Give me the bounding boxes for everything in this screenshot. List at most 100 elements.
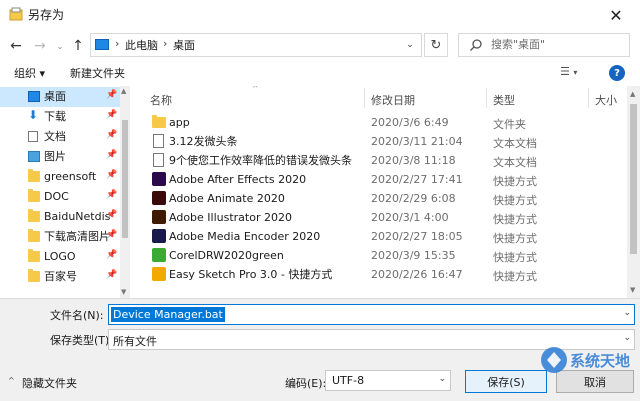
address-history-dropdown[interactable]: ⌄: [402, 37, 418, 53]
pin-icon[interactable]: 📌: [106, 150, 117, 160]
save-dialog-icon: [9, 7, 23, 21]
scrollbar-thumb[interactable]: [630, 104, 637, 254]
forward-button[interactable]: →: [30, 36, 50, 56]
file-row[interactable]: Adobe Media Encoder 2020 2020/2/27 18:05 快…: [132, 227, 627, 246]
sidebar-item[interactable]: 下载高清图片 📌: [0, 227, 120, 247]
scroll-up-icon[interactable]: ▲: [630, 90, 635, 98]
file-name: app: [169, 116, 190, 129]
window-title: 另存为: [28, 8, 65, 22]
column-divider[interactable]: [364, 88, 365, 108]
column-header-name[interactable]: 名称: [150, 92, 172, 108]
sort-ascending-icon: ^: [252, 86, 259, 93]
file-list-scrollbar[interactable]: ▲ ▼: [627, 86, 640, 298]
encoding-value: UTF-8: [332, 374, 365, 387]
file-row[interactable]: app 2020/3/6 6:49 文件夹: [132, 113, 627, 132]
coreldraw-icon: [152, 248, 166, 262]
pin-icon[interactable]: 📌: [106, 250, 117, 260]
file-type: 文本文档: [493, 156, 537, 169]
sidebar-item[interactable]: 百家号 📌: [0, 267, 120, 287]
file-date: 2020/2/27 17:41: [371, 173, 463, 186]
back-arrow-icon: ←: [10, 38, 22, 54]
chevron-down-icon[interactable]: ⌄: [623, 308, 631, 318]
folder-icon: [28, 229, 40, 242]
recent-locations-button[interactable]: ⌄: [50, 36, 70, 56]
save-button[interactable]: 保存(S): [465, 370, 547, 393]
scroll-down-icon[interactable]: ▼: [121, 288, 126, 296]
sidebar-item[interactable]: BaiduNetdis 📌: [0, 207, 120, 227]
sidebar-item[interactable]: 桌面 📌: [0, 87, 120, 107]
navigation-scrollbar[interactable]: ▲ ▼: [120, 86, 130, 298]
file-date: 2020/3/8 11:18: [371, 154, 456, 167]
file-row[interactable]: Adobe After Effects 2020 2020/2/27 17:41 快…: [132, 170, 627, 189]
sidebar-item[interactable]: 文档 📌: [0, 127, 120, 147]
close-button[interactable]: ✕: [592, 0, 640, 30]
pin-icon[interactable]: 📌: [106, 190, 117, 200]
scroll-up-icon[interactable]: ▲: [121, 87, 126, 95]
breadcrumb-separator-icon: ›: [163, 37, 168, 50]
pin-icon[interactable]: 📌: [106, 270, 117, 280]
search-input[interactable]: [491, 38, 621, 51]
file-type: 文件夹: [493, 118, 526, 131]
sidebar-item[interactable]: DOC 📌: [0, 187, 120, 207]
view-options-button[interactable]: ☰ ▾: [560, 65, 577, 78]
file-row[interactable]: Adobe Animate 2020 2020/2/29 6:08 快捷方式: [132, 189, 627, 208]
column-header-size[interactable]: 大小: [595, 92, 617, 108]
file-name: CorelDRW2020green: [169, 249, 284, 262]
pin-icon[interactable]: 📌: [106, 90, 117, 100]
forward-arrow-icon: →: [34, 38, 46, 54]
pin-icon[interactable]: 📌: [106, 130, 117, 140]
help-button[interactable]: ?: [609, 65, 625, 81]
sidebar-item-label: 文档: [44, 130, 66, 143]
file-date: 2020/3/9 15:35: [371, 249, 456, 262]
sidebar-item[interactable]: LOGO 📌: [0, 247, 120, 267]
chevron-down-icon: ⌄: [406, 40, 414, 50]
column-divider[interactable]: [486, 88, 487, 108]
filename-label: 文件名(N):: [50, 309, 104, 322]
file-date: 2020/3/6 6:49: [371, 116, 449, 129]
new-folder-button[interactable]: 新建文件夹: [70, 65, 125, 81]
file-type: 快捷方式: [493, 194, 537, 207]
document-icon: [28, 131, 38, 142]
file-row[interactable]: 3.12发微头条 2020/3/11 21:04 文本文档: [132, 132, 627, 151]
breadcrumb-this-pc[interactable]: 此电脑: [125, 38, 158, 53]
file-row[interactable]: 9个使您工作效率降低的错误发微头条 2020/3/8 11:18 文本文档: [132, 151, 627, 170]
title-bar: 另存为 ✕: [0, 0, 640, 30]
column-divider[interactable]: [588, 88, 589, 108]
hide-folders-button[interactable]: ^ 隐藏文件夹: [8, 375, 77, 391]
scrollbar-thumb[interactable]: [122, 120, 128, 238]
refresh-button[interactable]: ↻: [424, 33, 448, 57]
sidebar-item[interactable]: 图片 📌: [0, 147, 120, 167]
encoding-select[interactable]: UTF-8 ⌄: [325, 370, 451, 391]
close-icon: ✕: [609, 5, 623, 25]
folder-icon: [152, 115, 166, 128]
up-button[interactable]: ↑: [68, 36, 88, 56]
desktop-icon: [28, 91, 40, 102]
column-header-date[interactable]: 修改日期: [371, 92, 415, 108]
pin-icon[interactable]: 📌: [106, 230, 117, 240]
text-file-icon: [153, 153, 164, 167]
pin-icon[interactable]: 📌: [106, 210, 117, 220]
file-row[interactable]: CorelDRW2020green 2020/3/9 15:35 快捷方式: [132, 246, 627, 265]
address-bar[interactable]: › 此电脑 › 桌面 ⌄: [90, 33, 422, 57]
breadcrumb-desktop[interactable]: 桌面: [173, 38, 195, 53]
filename-value[interactable]: Device Manager.bat: [111, 307, 225, 322]
pin-icon[interactable]: 📌: [106, 110, 117, 120]
scroll-down-icon[interactable]: ▼: [630, 286, 635, 294]
sidebar-item[interactable]: ⬇ 下载 📌: [0, 107, 120, 127]
file-row[interactable]: Easy Sketch Pro 3.0 - 快捷方式 2020/2/26 16:4…: [132, 265, 627, 284]
download-icon: ⬇: [28, 108, 39, 122]
column-header-type[interactable]: 类型: [493, 92, 515, 108]
pin-icon[interactable]: 📌: [106, 170, 117, 180]
folder-icon: [28, 269, 40, 282]
filename-input[interactable]: Device Manager.bat ⌄: [108, 304, 635, 325]
file-row[interactable]: Adobe Illustrator 2020 2020/3/1 4:00 快捷方式: [132, 208, 627, 227]
organize-menu-button[interactable]: 组织 ▾: [14, 65, 45, 81]
file-name: 9个使您工作效率降低的错误发微头条: [169, 154, 352, 167]
back-button[interactable]: ←: [6, 36, 26, 56]
sidebar-item[interactable]: greensoft 📌: [0, 167, 120, 187]
file-name: Adobe After Effects 2020: [169, 173, 307, 186]
file-type: 快捷方式: [493, 251, 537, 264]
save-type-label: 保存类型(T):: [50, 334, 114, 347]
search-box[interactable]: [458, 33, 630, 57]
file-date: 2020/2/29 6:08: [371, 192, 456, 205]
